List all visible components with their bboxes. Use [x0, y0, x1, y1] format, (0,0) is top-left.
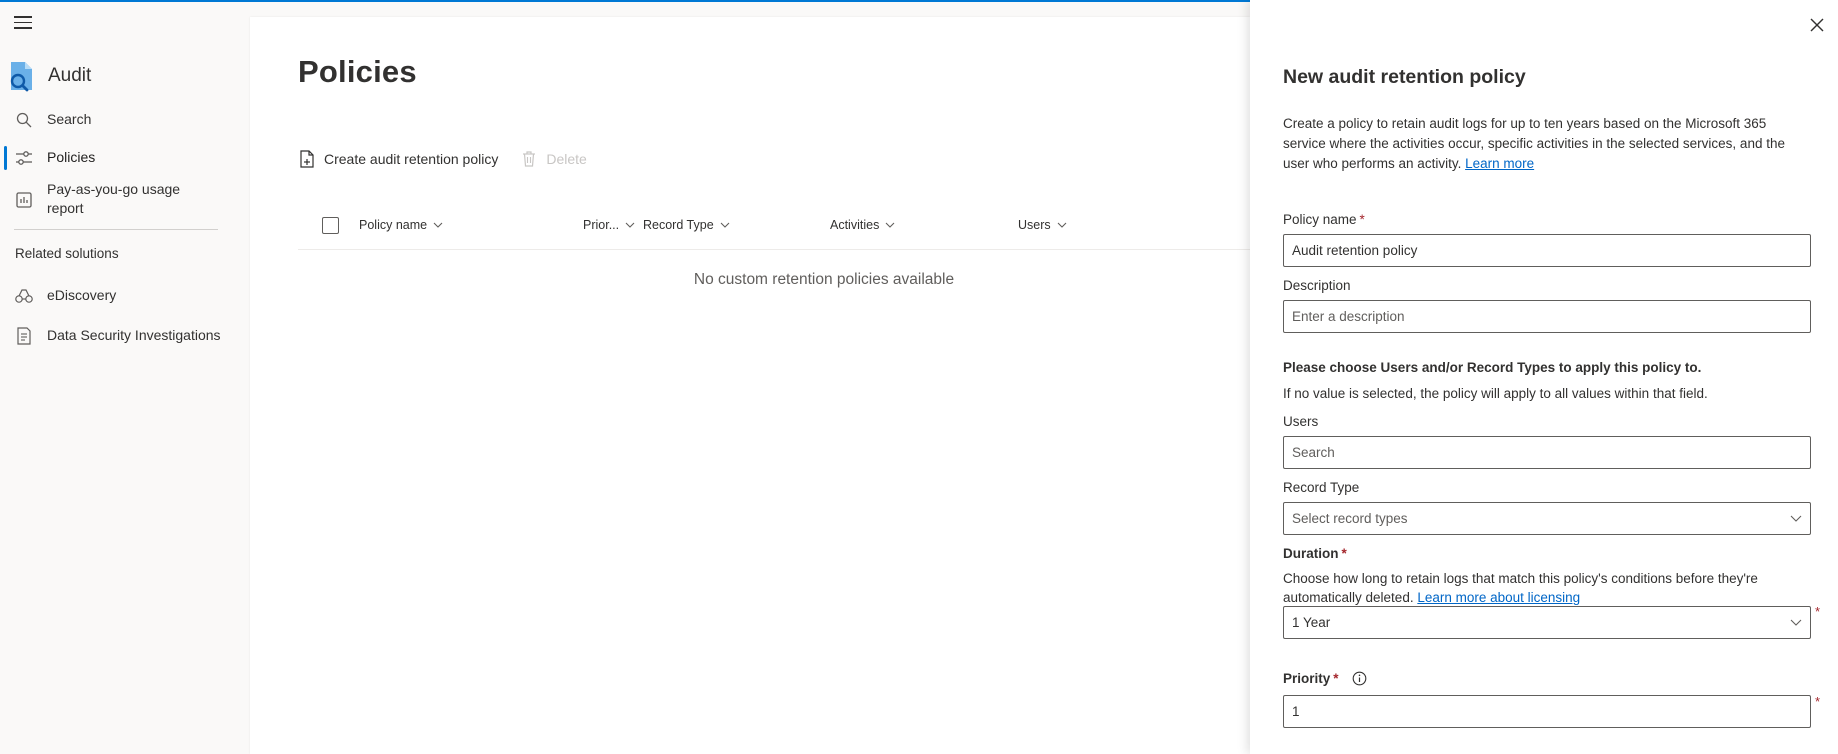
app-title: Audit [48, 65, 92, 86]
nav-item-data-security-investigations[interactable]: Data Security Investigations [0, 326, 230, 346]
select-all-checkbox[interactable] [322, 217, 339, 234]
hamburger-menu-icon[interactable] [14, 16, 34, 32]
chevron-down-icon [1790, 515, 1802, 522]
panel-description: Create a policy to retain audit logs for… [1283, 116, 1785, 171]
chevron-down-icon [885, 222, 895, 228]
info-icon[interactable] [1352, 671, 1367, 686]
policy-name-label: Policy name * [1283, 212, 1365, 227]
nav-item-label: Pay-as-you-go usage report [47, 181, 181, 216]
nav-item-label: Search [47, 111, 92, 127]
chevron-down-icon [1057, 222, 1067, 228]
search-icon [14, 110, 34, 130]
related-solutions-heading: Related solutions [15, 246, 119, 261]
policies-page: Policies Create audit retention policy D… [250, 17, 1250, 754]
policies-icon [14, 148, 34, 168]
app-header: Audit [8, 60, 91, 92]
policies-table-header: Policy name Prior... Record Type Activit… [298, 199, 1250, 250]
chevron-down-icon [433, 222, 443, 228]
nav-divider [14, 229, 218, 230]
panel-title: New audit retention policy [1283, 66, 1526, 88]
column-activities[interactable]: Activities [830, 218, 895, 232]
learn-more-licensing-link[interactable]: Learn more about licensing [1417, 590, 1580, 605]
duration-value: 1 Year [1292, 615, 1331, 630]
required-marker: * [1333, 671, 1339, 686]
chevron-down-icon [1790, 619, 1802, 626]
duration-description: Choose how long to retain logs that matc… [1283, 571, 1758, 605]
ediscovery-icon [14, 286, 34, 306]
nav-item-search[interactable]: Search [0, 110, 230, 130]
choose-heading: Please choose Users and/or Record Types … [1283, 360, 1702, 375]
nav-item-label: Policies [47, 149, 96, 165]
required-marker: * [1359, 212, 1365, 227]
description-input[interactable] [1283, 300, 1811, 333]
trash-icon [520, 150, 538, 168]
left-navigation: Audit Search Policies Pay-as-you-go usag… [0, 2, 250, 754]
record-type-select[interactable]: Select record types [1283, 502, 1811, 535]
command-bar: Create audit retention policy Delete [298, 150, 609, 168]
nav-item-pay-as-you-go-report[interactable]: Pay-as-you-go usage report [0, 180, 230, 218]
empty-state-message: No custom retention policies available [693, 271, 955, 288]
nav-item-policies[interactable]: Policies [0, 148, 230, 168]
record-type-label: Record Type [1283, 480, 1360, 495]
priority-input[interactable] [1283, 695, 1811, 728]
create-policy-button[interactable]: Create audit retention policy [298, 150, 498, 168]
delete-label: Delete [546, 151, 587, 167]
duration-select[interactable]: 1 Year [1283, 606, 1811, 639]
column-users[interactable]: Users [1018, 218, 1067, 232]
create-policy-label: Create audit retention policy [324, 151, 499, 167]
column-policy-name[interactable]: Policy name [359, 218, 443, 232]
required-marker: * [1341, 546, 1347, 561]
users-search-input[interactable] [1283, 436, 1811, 469]
policy-name-input[interactable] [1283, 234, 1811, 267]
nav-item-ediscovery[interactable]: eDiscovery [0, 286, 230, 306]
delete-button[interactable]: Delete [520, 150, 587, 168]
page-title: Policies [298, 54, 417, 89]
column-record-type[interactable]: Record Type [643, 218, 730, 232]
close-icon[interactable] [1808, 16, 1826, 34]
required-marker: * [1815, 694, 1821, 709]
investigations-icon [14, 326, 34, 346]
priority-label: Priority * [1283, 671, 1367, 686]
audit-app-icon [8, 60, 36, 92]
chevron-down-icon [720, 222, 730, 228]
nav-item-label: eDiscovery [47, 287, 117, 303]
learn-more-link[interactable]: Learn more [1465, 156, 1534, 171]
required-marker: * [1815, 604, 1821, 619]
report-icon [14, 190, 34, 210]
description-label: Description [1283, 278, 1351, 293]
users-label: Users [1283, 414, 1319, 429]
column-priority[interactable]: Prior... [583, 218, 635, 232]
chevron-down-icon [625, 222, 635, 228]
nav-item-label: Data Security Investigations [47, 327, 221, 343]
choose-note: If no value is selected, the policy will… [1283, 386, 1708, 401]
duration-label: Duration * [1283, 546, 1347, 561]
new-policy-panel: New audit retention policy Create a poli… [1250, 0, 1838, 754]
new-document-icon [298, 150, 316, 168]
record-type-placeholder: Select record types [1292, 511, 1408, 526]
